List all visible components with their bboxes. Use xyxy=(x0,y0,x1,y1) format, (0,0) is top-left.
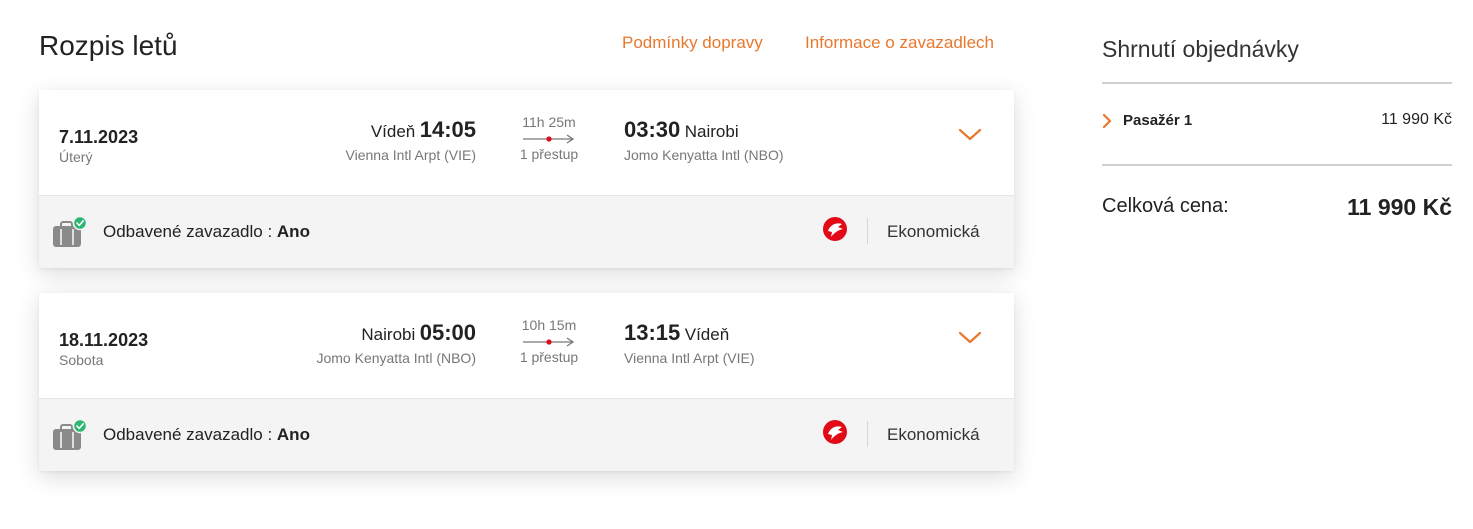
flight-duration: 11h 25m xyxy=(522,114,576,130)
baggage-info-link[interactable]: Informace o zavazadlech xyxy=(805,33,994,53)
airline-logo-icon xyxy=(823,420,847,444)
flight-details-row: Odbavené zavazadlo : Ano Ekonomická xyxy=(39,196,1014,268)
arrival-time: 13:15 xyxy=(624,320,681,345)
vertical-divider xyxy=(867,421,868,447)
route-arrow-icon xyxy=(523,337,575,347)
chevron-right-icon[interactable] xyxy=(1102,113,1112,129)
arrival-time: 03:30 xyxy=(624,117,681,142)
arrival-airport: Jomo Kenyatta Intl (NBO) xyxy=(624,147,784,163)
arrival-info: 13:15 Vídeň Vienna Intl Arpt (VIE) xyxy=(624,320,754,366)
flight-date: 7.11.2023 xyxy=(59,127,139,147)
departure-airport: Vienna Intl Arpt (VIE) xyxy=(345,147,476,163)
flight-summary-row[interactable]: 18.11.2023 Sobota Nairobi 05:00 Jomo Ken… xyxy=(39,293,1014,399)
passenger-label: Pasažér 1 xyxy=(1123,112,1193,129)
total-label: Celková cena: xyxy=(1102,195,1229,217)
summary-divider xyxy=(1102,82,1452,84)
departure-info: Vídeň 14:05 Vienna Intl Arpt (VIE) xyxy=(346,117,476,163)
flight-card-return: 18.11.2023 Sobota Nairobi 05:00 Jomo Ken… xyxy=(39,293,1014,471)
total-price: 11 990 Kč xyxy=(1347,194,1452,220)
departure-time: 14:05 xyxy=(419,117,476,142)
baggage-status: Odbavené zavazadlo : Ano xyxy=(103,425,310,445)
flight-weekday: Úterý xyxy=(59,149,93,165)
flight-card-outbound: 7.11.2023 Úterý Vídeň 14:05 Vienna Intl … xyxy=(39,90,1014,268)
flight-weekday: Sobota xyxy=(59,352,104,368)
vertical-divider xyxy=(867,218,868,244)
baggage-label: Odbavené zavazadlo : xyxy=(103,222,273,241)
baggage-value: Ano xyxy=(276,425,310,444)
cabin-class: Ekonomická xyxy=(887,222,980,241)
baggage-status: Odbavené zavazadlo : Ano xyxy=(103,222,310,242)
departure-info: Nairobi 05:00 Jomo Kenyatta Intl (NBO) xyxy=(316,320,476,366)
check-icon xyxy=(72,216,88,231)
arrival-info: 03:30 Nairobi Jomo Kenyatta Intl (NBO) xyxy=(624,117,784,163)
chevron-down-icon[interactable] xyxy=(958,331,982,345)
flight-summary-row[interactable]: 7.11.2023 Úterý Vídeň 14:05 Vienna Intl … xyxy=(39,90,1014,196)
summary-title: Shrnutí objednávky xyxy=(1102,36,1299,62)
page-title: Rozpis letů xyxy=(39,30,178,61)
summary-divider xyxy=(1102,164,1452,166)
check-icon xyxy=(72,419,88,434)
luggage-icon xyxy=(53,419,88,450)
cabin-class: Ekonomická xyxy=(887,425,980,444)
baggage-label: Odbavené zavazadlo : xyxy=(103,425,273,444)
arrival-city: Vídeň xyxy=(684,325,730,344)
baggage-value: Ano xyxy=(276,222,310,241)
chevron-down-icon[interactable] xyxy=(958,128,982,142)
carriage-conditions-link[interactable]: Podmínky dopravy xyxy=(622,33,763,53)
departure-airport: Jomo Kenyatta Intl (NBO) xyxy=(316,350,476,366)
flight-stops: 1 přestup xyxy=(519,146,579,162)
airline-logo-icon xyxy=(823,217,847,241)
departure-city: Nairobi xyxy=(361,325,416,344)
arrival-city: Nairobi xyxy=(684,122,739,141)
route-info: 10h 15m 1 přestup xyxy=(509,317,589,365)
route-arrow-icon xyxy=(523,134,575,144)
luggage-icon xyxy=(53,216,88,247)
flight-stops: 1 přestup xyxy=(519,349,579,365)
departure-city: Vídeň xyxy=(370,122,416,141)
route-info: 11h 25m 1 přestup xyxy=(509,114,589,162)
passenger-row[interactable]: Pasažér 1 11 990 Kč xyxy=(1102,111,1452,133)
arrival-airport: Vienna Intl Arpt (VIE) xyxy=(624,350,755,366)
passenger-price: 11 990 Kč xyxy=(1381,111,1452,128)
flight-date: 18.11.2023 xyxy=(59,330,149,350)
flight-duration: 10h 15m xyxy=(521,317,577,333)
departure-time: 05:00 xyxy=(419,320,476,345)
flight-details-row: Odbavené zavazadlo : Ano Ekonomická xyxy=(39,399,1014,471)
